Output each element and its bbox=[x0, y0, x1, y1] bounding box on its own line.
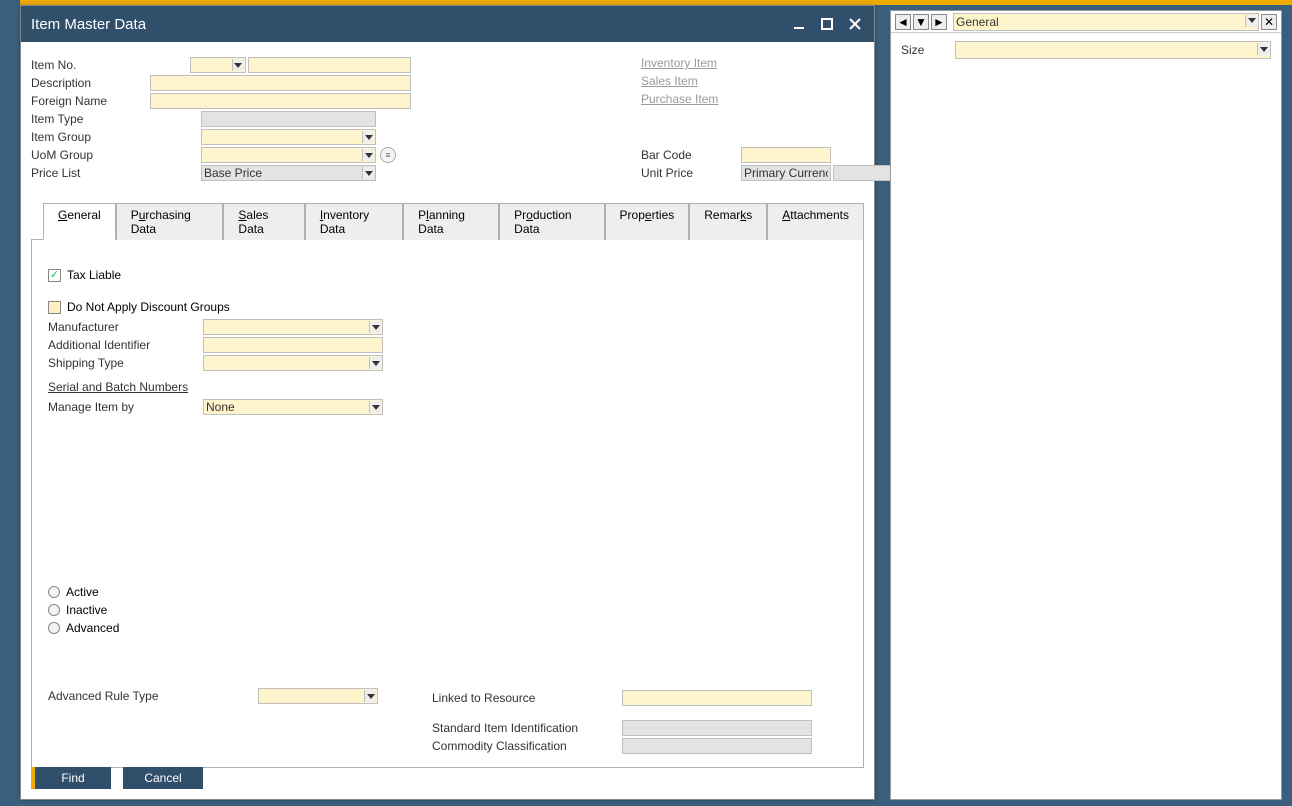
linked-resource-label: Linked to Resource bbox=[432, 691, 622, 705]
uomgroup-combo[interactable] bbox=[201, 147, 376, 163]
form-header: Item No. Description Foreign Name Item T… bbox=[31, 56, 864, 182]
minimize-button[interactable] bbox=[790, 15, 808, 33]
nav-next-icon[interactable]: ► bbox=[931, 14, 947, 30]
foreignname-label: Foreign Name bbox=[31, 94, 150, 108]
chevron-down-icon[interactable] bbox=[362, 149, 374, 161]
tab-bar: General Purchasing Data Sales Data Inven… bbox=[31, 202, 864, 240]
barcode-label: Bar Code bbox=[641, 148, 741, 162]
tab-purchasing[interactable]: Purchasing Data bbox=[116, 203, 224, 240]
chevron-down-icon[interactable] bbox=[1245, 15, 1257, 27]
uom-detail-icon[interactable]: ≡ bbox=[380, 147, 396, 163]
pricelist-combo[interactable] bbox=[201, 165, 376, 181]
tax-liable-checkbox[interactable]: ✓ Tax Liable bbox=[48, 268, 847, 282]
window-controls bbox=[790, 15, 864, 33]
footer-buttons: Find Cancel bbox=[31, 767, 203, 789]
description-label: Description bbox=[31, 76, 150, 90]
itemtype-input bbox=[201, 111, 376, 127]
chevron-down-icon[interactable] bbox=[364, 690, 376, 702]
sidepanel-close-button[interactable]: ✕ bbox=[1261, 14, 1277, 30]
chevron-down-icon[interactable] bbox=[232, 59, 244, 71]
radio-advanced[interactable]: Advanced bbox=[48, 619, 119, 637]
itemgroup-combo[interactable] bbox=[201, 129, 376, 145]
addl-id-input[interactable] bbox=[203, 337, 383, 353]
bottom-right-fields: Linked to Resource Standard Item Identif… bbox=[432, 689, 812, 755]
itemtype-label: Item Type bbox=[31, 112, 201, 126]
shipping-type-label: Shipping Type bbox=[48, 356, 203, 370]
chevron-down-icon[interactable] bbox=[1257, 43, 1269, 55]
adv-rule-type-combo[interactable] bbox=[258, 688, 378, 704]
chevron-down-icon[interactable] bbox=[362, 131, 374, 143]
barcode-input[interactable] bbox=[741, 147, 831, 163]
no-discount-checkbox[interactable]: Do Not Apply Discount Groups bbox=[48, 300, 847, 314]
tab-inventory[interactable]: Inventory Data bbox=[305, 203, 403, 240]
status-radio-group: Active Inactive Advanced bbox=[48, 583, 119, 637]
chevron-down-icon[interactable] bbox=[362, 167, 374, 179]
tab-sales[interactable]: Sales Data bbox=[223, 203, 304, 240]
tab-planning[interactable]: Planning Data bbox=[403, 203, 499, 240]
addl-id-label: Additional Identifier bbox=[48, 338, 203, 352]
radio-active[interactable]: Active bbox=[48, 583, 119, 601]
unitprice-value bbox=[833, 165, 893, 181]
foreignname-input[interactable] bbox=[150, 93, 411, 109]
size-label: Size bbox=[901, 43, 951, 57]
window-body: Item No. Description Foreign Name Item T… bbox=[21, 42, 874, 799]
manage-item-by-label: Manage Item by bbox=[48, 400, 203, 414]
maximize-button[interactable] bbox=[818, 15, 836, 33]
chevron-down-icon[interactable] bbox=[369, 321, 381, 333]
itemno-combo[interactable] bbox=[190, 57, 246, 73]
commodity-class-input bbox=[622, 738, 812, 754]
tab-general[interactable]: General bbox=[43, 203, 116, 240]
tax-liable-label: Tax Liable bbox=[67, 268, 121, 282]
adv-rule-type-label: Advanced Rule Type bbox=[48, 689, 258, 703]
uomgroup-label: UoM Group bbox=[31, 148, 201, 162]
description-input[interactable] bbox=[150, 75, 411, 91]
tab-attachments[interactable]: Attachments bbox=[767, 203, 864, 240]
nav-prev-icon[interactable]: ◄ bbox=[895, 14, 911, 30]
tab-production[interactable]: Production Data bbox=[499, 203, 604, 240]
titlebar: Item Master Data bbox=[21, 6, 874, 42]
side-panel-toolbar: ◄ ▼ ► ✕ bbox=[891, 11, 1281, 33]
manufacturer-label: Manufacturer bbox=[48, 320, 203, 334]
close-button[interactable] bbox=[846, 15, 864, 33]
nav-down-icon[interactable]: ▼ bbox=[913, 14, 929, 30]
main-window: Item Master Data Item No. Description Fo… bbox=[20, 5, 875, 800]
sidepanel-category-combo[interactable] bbox=[953, 13, 1259, 31]
manufacturer-combo[interactable] bbox=[203, 319, 383, 335]
window-title: Item Master Data bbox=[31, 16, 146, 33]
serial-batch-heading: Serial and Batch Numbers bbox=[48, 380, 847, 394]
side-panel: ◄ ▼ ► ✕ Size bbox=[890, 10, 1282, 800]
side-panel-body: Size bbox=[891, 33, 1281, 67]
std-item-id-label: Standard Item Identification bbox=[432, 721, 622, 735]
std-item-id-input bbox=[622, 720, 812, 736]
chevron-down-icon[interactable] bbox=[369, 357, 381, 369]
tab-properties[interactable]: Properties bbox=[605, 203, 690, 240]
left-edge-strip bbox=[0, 0, 20, 806]
itemno-input[interactable] bbox=[248, 57, 411, 73]
itemgroup-label: Item Group bbox=[31, 130, 201, 144]
find-button[interactable]: Find bbox=[31, 767, 111, 789]
chevron-down-icon[interactable] bbox=[369, 401, 381, 413]
commodity-class-label: Commodity Classification bbox=[432, 739, 622, 753]
shipping-type-combo[interactable] bbox=[203, 355, 383, 371]
no-discount-label: Do Not Apply Discount Groups bbox=[67, 300, 230, 314]
tab-remarks[interactable]: Remarks bbox=[689, 203, 767, 240]
tab-panel-general: ✓ Tax Liable Do Not Apply Discount Group… bbox=[31, 240, 864, 768]
itemno-label: Item No. bbox=[31, 58, 190, 72]
size-combo[interactable] bbox=[955, 41, 1271, 59]
radio-inactive[interactable]: Inactive bbox=[48, 601, 119, 619]
cancel-button[interactable]: Cancel bbox=[123, 767, 203, 789]
pricelist-label: Price List bbox=[31, 166, 201, 180]
unitprice-currency bbox=[741, 165, 831, 181]
linked-resource-input[interactable] bbox=[622, 690, 812, 706]
manage-item-by-combo[interactable] bbox=[203, 399, 383, 415]
form-header-left: Item No. Description Foreign Name Item T… bbox=[31, 56, 411, 182]
unitprice-label: Unit Price bbox=[641, 166, 741, 180]
